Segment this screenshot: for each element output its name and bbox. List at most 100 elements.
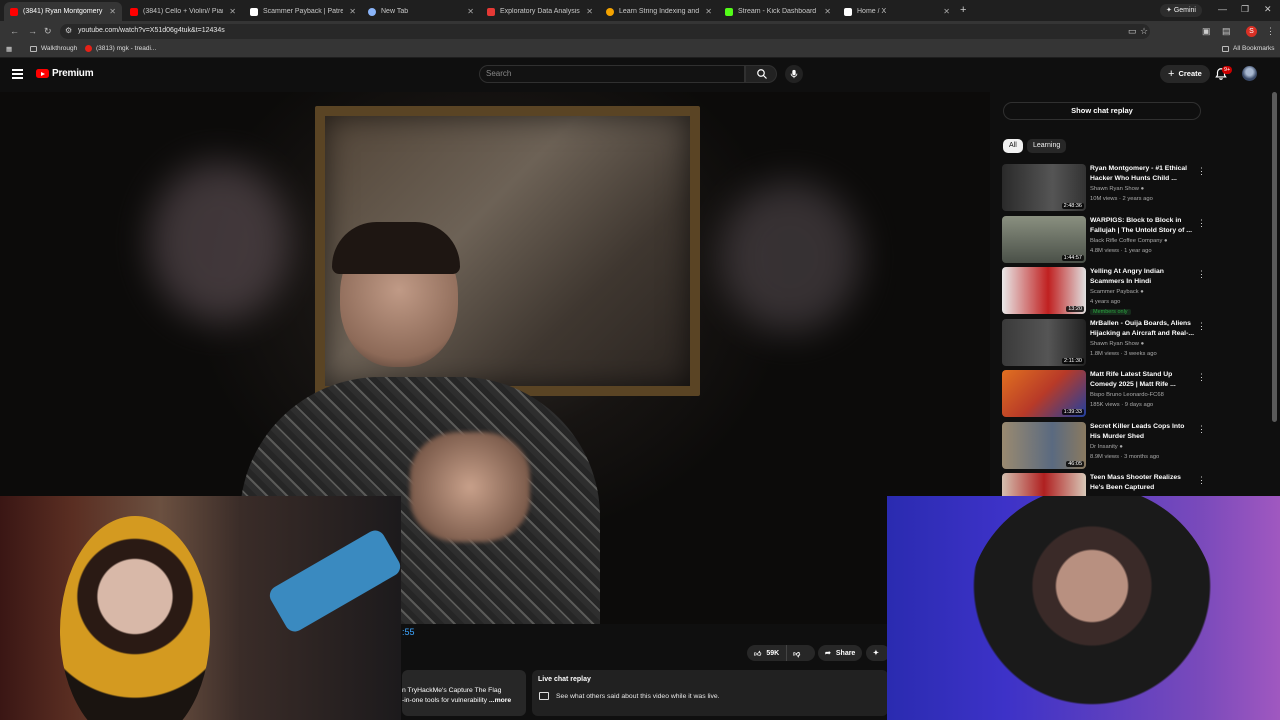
close-tab-icon[interactable]: ✕: [467, 7, 474, 16]
video-thumbnail[interactable]: 2:11:30: [1002, 318, 1086, 366]
video-title[interactable]: Ryan Montgomery - #1 Ethical Hacker Who …: [1090, 164, 1194, 184]
channel-label: Dr Insanity: [1090, 443, 1118, 450]
youtube-header: Premium + Create: [0, 58, 1280, 92]
tab-exploratory-data[interactable]: Exploratory Data Analysis and ✕: [481, 2, 599, 21]
more-actions-icon[interactable]: ⋮: [1197, 166, 1206, 177]
video-thumbnail[interactable]: 2:48:36: [1002, 164, 1086, 211]
share-button[interactable]: ➦ Share: [818, 645, 863, 661]
video-title[interactable]: Yelling At Angry Indian Scammers In Hind…: [1090, 267, 1194, 287]
video-thumbnail[interactable]: 46:05: [1002, 421, 1086, 469]
video-meta: 185K views · 9 days ago: [1090, 402, 1154, 408]
sidepanel-icon[interactable]: ▤: [1222, 26, 1231, 37]
recommendation-item[interactable]: 1:44:57 WARPIGS: Block to Block in Fallu…: [1002, 215, 1208, 268]
recommendation-item[interactable]: 46:05 Secret Killer Leads Cops Into His …: [1002, 421, 1208, 474]
video-title[interactable]: Teen Mass Shooter Realizes He's Been Cap…: [1090, 473, 1194, 493]
channel-label: Scammer Payback: [1090, 289, 1139, 295]
channel-name[interactable]: Black Rifle Coffee Company ●: [1090, 238, 1168, 244]
bookmark-mgk[interactable]: (3813) mgk - treadi...: [85, 45, 156, 52]
channel-name[interactable]: Bispo Bruno Leonardo-FC68: [1090, 392, 1164, 398]
like-button[interactable]: 👍︎ 59K: [747, 645, 788, 661]
x-favicon-icon: [844, 7, 852, 16]
timestamp-link[interactable]: :55: [402, 627, 415, 637]
browser-tab-bar: (3841) Ryan Montgomery – Ha ✕ (3841) Cel…: [0, 0, 1280, 21]
tab-ryan-montgomery[interactable]: (3841) Ryan Montgomery – Ha ✕: [4, 2, 122, 21]
channel-name[interactable]: Shawn Ryan Show ●: [1090, 186, 1144, 192]
duration-badge: 1:39:33: [1061, 409, 1084, 415]
create-button[interactable]: + Create: [1160, 65, 1210, 83]
page-scrollbar[interactable]: [1272, 92, 1277, 422]
recommendation-item[interactable]: 2:11:30 MrBallen - Ouija Boards, Aliens …: [1002, 318, 1208, 371]
more-actions-icon[interactable]: ⋮: [1197, 475, 1206, 486]
close-window-icon[interactable]: ✕: [1264, 4, 1272, 15]
youtube-premium-logo[interactable]: Premium: [36, 68, 94, 79]
more-actions-icon[interactable]: ⋮: [1197, 269, 1206, 280]
close-tab-icon[interactable]: ✕: [705, 7, 712, 16]
extensions-icon[interactable]: ▣: [1202, 26, 1211, 37]
sparkle-icon: ✦: [873, 650, 879, 657]
video-thumbnail[interactable]: 1:44:57: [1002, 215, 1086, 263]
video-thumbnail[interactable]: 1:39:33: [1002, 370, 1086, 417]
close-tab-icon[interactable]: ✕: [229, 7, 236, 16]
close-tab-icon[interactable]: ✕: [943, 7, 950, 16]
video-title[interactable]: Secret Killer Leads Cops Into His Murder…: [1090, 422, 1194, 442]
url-text: youtube.com/watch?v=X51d06g4tuk&t=12434s: [78, 27, 225, 34]
maximize-icon[interactable]: ❐: [1241, 4, 1249, 15]
gemini-button[interactable]: ✦ Gemini: [1160, 4, 1202, 17]
tab-kick-dashboard[interactable]: Stream - Kick Dashboard ✕: [719, 2, 837, 21]
forward-icon[interactable]: →: [28, 26, 37, 36]
profile-avatar[interactable]: S: [1246, 26, 1257, 37]
url-field[interactable]: ⚙ youtube.com/watch?v=X51d06g4tuk&t=1243…: [60, 24, 1150, 39]
all-bookmarks[interactable]: All Bookmarks: [1222, 45, 1275, 52]
channel-name[interactable]: Dr Insanity ●: [1090, 444, 1123, 450]
plus-icon: +: [1168, 68, 1175, 80]
site-info-icon[interactable]: ⚙: [65, 26, 72, 35]
reload-icon[interactable]: ↻: [44, 26, 52, 37]
show-more-link[interactable]: ...more: [489, 697, 511, 704]
tab-cello-violin[interactable]: (3841) Cello + Violin// Piano – ✕: [124, 2, 242, 21]
bookmark-star-icon[interactable]: ☆: [1140, 26, 1148, 37]
recommendation-item[interactable]: Teen Mass Shooter Realizes He's Been Cap…: [1002, 473, 1208, 496]
tab-new-tab[interactable]: New Tab ✕: [362, 2, 480, 21]
more-actions-icon[interactable]: ⋮: [1197, 424, 1206, 435]
more-actions-icon[interactable]: ⋮: [1197, 321, 1206, 332]
show-chat-replay-button[interactable]: Show chat replay: [1003, 102, 1201, 120]
globe-favicon-icon: [368, 7, 376, 16]
channel-name[interactable]: Scammer Payback ●: [1090, 289, 1144, 295]
video-thumbnail[interactable]: [1002, 473, 1086, 496]
close-tab-icon[interactable]: ✕: [586, 7, 593, 16]
tab-patreon[interactable]: Scammer Payback | Patreon ✕: [244, 2, 362, 21]
channel-name[interactable]: Shawn Ryan Show ●: [1090, 341, 1144, 347]
video-thumbnail[interactable]: 13:20: [1002, 267, 1086, 314]
hamburger-menu-icon[interactable]: [12, 69, 23, 79]
video-title[interactable]: Matt Rife Latest Stand Up Comedy 2025 | …: [1090, 370, 1194, 390]
search-input[interactable]: [486, 69, 736, 78]
chip-all[interactable]: All: [1003, 139, 1023, 153]
close-tab-icon[interactable]: ✕: [109, 7, 116, 16]
video-title[interactable]: WARPIGS: Block to Block in Fallujah | Th…: [1090, 216, 1194, 236]
menu-dots-icon[interactable]: ⋮: [1266, 26, 1275, 37]
cast-icon[interactable]: ▭: [1128, 26, 1137, 37]
bookmark-walkthrough[interactable]: Walkthrough: [30, 45, 77, 52]
bookmark-label: Walkthrough: [41, 45, 78, 52]
close-tab-icon[interactable]: ✕: [349, 7, 356, 16]
more-actions-icon[interactable]: ⋮: [1197, 218, 1206, 229]
apps-icon[interactable]: ▦: [6, 45, 12, 53]
new-tab-icon[interactable]: +: [960, 4, 966, 16]
tab-string-indexing[interactable]: Learn String Indexing and Leng ✕: [600, 2, 718, 21]
tab-home-x[interactable]: Home / X ✕: [838, 2, 956, 21]
account-avatar[interactable]: [1242, 66, 1257, 81]
recommendation-item[interactable]: 2:48:36 Ryan Montgomery - #1 Ethical Hac…: [1002, 164, 1208, 216]
chip-learning[interactable]: Learning: [1027, 139, 1067, 153]
recommendation-item[interactable]: 1:39:33 Matt Rife Latest Stand Up Comedy…: [1002, 370, 1208, 422]
recommendation-item[interactable]: 13:20 Yelling At Angry Indian Scammers I…: [1002, 267, 1208, 319]
create-label: Create: [1178, 69, 1202, 78]
live-chat-subtitle: See what others said about this video wh…: [556, 693, 720, 700]
dislike-button[interactable]: 👎︎: [787, 649, 806, 658]
minimize-icon[interactable]: —: [1218, 4, 1227, 14]
video-title[interactable]: MrBallen - Ouija Boards, Aliens Hijackin…: [1090, 319, 1194, 339]
voice-search-button[interactable]: [785, 65, 803, 83]
back-icon[interactable]: ←: [10, 26, 19, 36]
search-button[interactable]: [745, 65, 777, 83]
close-tab-icon[interactable]: ✕: [824, 7, 831, 16]
more-actions-icon[interactable]: ⋮: [1197, 372, 1206, 383]
